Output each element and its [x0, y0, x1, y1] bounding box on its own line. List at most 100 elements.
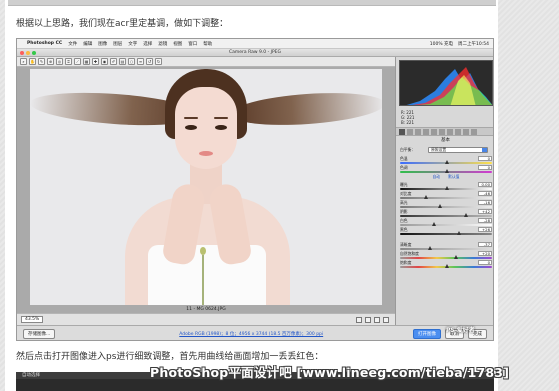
tab-basic[interactable]: [399, 128, 405, 135]
slider-value[interactable]: -37: [478, 242, 492, 247]
slider-value[interactable]: 0: [478, 156, 492, 161]
slider-value[interactable]: +42: [478, 209, 492, 214]
slider-exposure[interactable]: 曝光 0.00: [400, 182, 492, 191]
hand-tool-icon[interactable]: ✋: [29, 58, 36, 65]
slider-value[interactable]: -46: [478, 191, 492, 196]
slider-tint[interactable]: 色调 0: [400, 165, 492, 174]
slider-value[interactable]: +20: [478, 251, 492, 256]
image-preview[interactable]: [30, 69, 382, 305]
clock[interactable]: 周二上午10:54: [458, 41, 489, 47]
slider-value[interactable]: -28: [478, 218, 492, 223]
slider-knob[interactable]: [445, 264, 449, 268]
preferences-icon[interactable]: ≡: [137, 58, 144, 65]
slider-track[interactable]: [400, 248, 492, 250]
slider-contrast[interactable]: 对比度 -46: [400, 191, 492, 200]
slider-knob[interactable]: [445, 160, 449, 164]
zoom-select[interactable]: 43.5%: [21, 316, 44, 323]
mac-menubar: Photoshop CC 文件 编辑 图像 图层 文字 选择 滤镜 视图 窗口 …: [17, 39, 493, 49]
menu-item-file[interactable]: 文件: [68, 41, 77, 47]
adjustment-brush-icon[interactable]: ✐: [110, 58, 117, 65]
menu-item-filter[interactable]: 滤镜: [158, 41, 167, 47]
rotate-left-icon[interactable]: ↺: [146, 58, 153, 65]
slider-value[interactable]: -16: [478, 200, 492, 205]
default-link[interactable]: 默认值: [448, 174, 459, 182]
slider-track[interactable]: [400, 206, 492, 208]
battery-status[interactable]: 100% 充电: [430, 41, 453, 47]
tab-tone-curve[interactable]: [407, 128, 413, 135]
slider-knob[interactable]: [457, 231, 461, 235]
menu-item-view[interactable]: 视图: [173, 41, 182, 47]
menu-item-layer[interactable]: 图层: [113, 41, 122, 47]
open-image-button[interactable]: 打开图像: [413, 329, 441, 339]
zoom-window-button[interactable]: [32, 51, 36, 55]
slider-knob[interactable]: [428, 246, 432, 250]
slider-knob[interactable]: [445, 169, 449, 173]
minimize-window-button[interactable]: [26, 51, 30, 55]
tab-snapshots[interactable]: [471, 128, 477, 135]
acr-footer: 存储图像... Adobe RGB (1998)；8 位；4956 x 3744…: [17, 325, 493, 340]
slider-value[interactable]: 0: [478, 260, 492, 265]
close-window-button[interactable]: [20, 51, 24, 55]
auto-link[interactable]: 自动: [433, 174, 441, 182]
spot-removal-icon[interactable]: ✚: [92, 58, 99, 65]
straighten-tool-icon[interactable]: ⟋: [74, 58, 81, 65]
zoom-tool-icon[interactable]: ⌕: [20, 58, 27, 65]
slider-knob[interactable]: [424, 195, 428, 199]
slider-saturation[interactable]: 饱和度 0: [400, 260, 492, 269]
slider-blacks[interactable]: 黑色 +26: [400, 227, 492, 236]
tab-camera-calibration[interactable]: [455, 128, 461, 135]
slider-track[interactable]: [400, 233, 492, 235]
rotate-right-icon[interactable]: ↻: [155, 58, 162, 65]
tab-hsl[interactable]: [423, 128, 429, 135]
slider-temperature[interactable]: 色温 0: [400, 156, 492, 165]
white-balance-select[interactable]: 原照设置: [428, 147, 488, 153]
red-eye-icon[interactable]: ◉: [101, 58, 108, 65]
eye-right: [215, 125, 227, 130]
menu-item-image[interactable]: 图像: [98, 41, 107, 47]
slider-value[interactable]: 0.00: [478, 182, 492, 187]
slider-knob[interactable]: [454, 255, 458, 259]
slider-whites[interactable]: 白色 -28: [400, 218, 492, 227]
radial-filter-icon[interactable]: ○: [128, 58, 135, 65]
tab-effects[interactable]: [447, 128, 453, 135]
preview-toggle-icon[interactable]: [356, 316, 362, 323]
slider-knob[interactable]: [432, 222, 436, 226]
graduated-filter-icon[interactable]: ▤: [119, 58, 126, 65]
menu-item-help[interactable]: 帮助: [203, 41, 212, 47]
slider-clarity[interactable]: 清晰度 -37: [400, 242, 492, 251]
menu-item-type[interactable]: 文字: [128, 41, 137, 47]
slider-track[interactable]: [400, 197, 492, 199]
slider-knob[interactable]: [445, 186, 449, 190]
slider-value[interactable]: +26: [478, 227, 492, 232]
color-sampler-icon[interactable]: ⊕: [47, 58, 54, 65]
menu-item-edit[interactable]: 编辑: [83, 41, 92, 47]
white-balance-tool-icon[interactable]: ✎: [38, 58, 45, 65]
settings-icon[interactable]: [383, 316, 389, 323]
lips: [199, 151, 213, 156]
targeted-adjust-icon[interactable]: ◎: [56, 58, 63, 65]
tab-split-toning[interactable]: [431, 128, 437, 135]
swap-icon[interactable]: [374, 316, 380, 323]
brow-right: [214, 117, 228, 119]
slider-track[interactable]: [400, 257, 492, 259]
slider-knob[interactable]: [438, 204, 442, 208]
save-image-button[interactable]: 存储图像...: [23, 329, 56, 339]
article-paragraph-2: 然后点击打开图像进入ps进行细致调整，首先用曲线给画面增加一丢丢红色：: [16, 352, 324, 362]
transform-tool-icon[interactable]: ▦: [83, 58, 90, 65]
slider-value[interactable]: 0: [478, 165, 492, 170]
slider-shadows[interactable]: 阴影 +42: [400, 209, 492, 218]
tab-presets[interactable]: [463, 128, 469, 135]
slider-highlights[interactable]: 高光 -16: [400, 200, 492, 209]
slider-vibrance[interactable]: 自然饱和度 +20: [400, 251, 492, 260]
workflow-options-link[interactable]: Adobe RGB (1998)；8 位；4956 x 3744 (18.5 百…: [179, 331, 323, 337]
slider-track[interactable]: [400, 215, 492, 217]
menu-item-window[interactable]: 窗口: [188, 41, 197, 47]
crop-tool-icon[interactable]: ⌗: [65, 58, 72, 65]
before-after-icon[interactable]: [365, 316, 371, 323]
tab-lens[interactable]: [439, 128, 445, 135]
tab-detail[interactable]: [415, 128, 421, 135]
menu-item-photoshop[interactable]: Photoshop CC: [27, 41, 62, 46]
menu-item-select[interactable]: 选择: [143, 41, 152, 47]
slider-track[interactable]: [400, 224, 492, 226]
slider-knob[interactable]: [464, 213, 468, 217]
